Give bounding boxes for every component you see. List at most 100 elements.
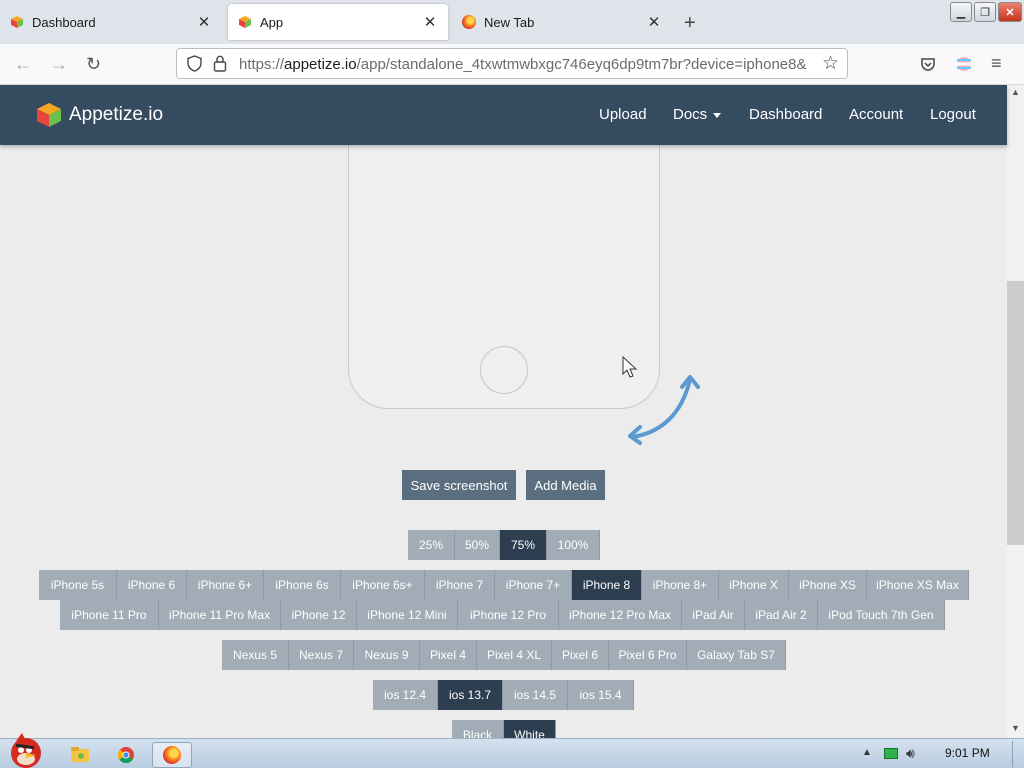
- url-scheme: https://: [239, 56, 285, 73]
- show-hidden-icons[interactable]: ▲: [862, 747, 872, 758]
- reload-icon[interactable]: ↻: [86, 54, 101, 75]
- nav-account[interactable]: Account: [849, 106, 903, 123]
- os-version-option[interactable]: ios 15.4: [568, 680, 634, 710]
- nav-upload[interactable]: Upload: [599, 106, 647, 123]
- browser-toolbar: ← → ↻ https://appetize.io/app/standalone…: [0, 44, 1024, 85]
- tracking-shield-icon[interactable]: [187, 55, 202, 72]
- minimize-button[interactable]: ▁: [950, 2, 972, 22]
- close-tab-icon[interactable]: ✕: [422, 13, 438, 31]
- device-option[interactable]: iPhone 6s+: [341, 570, 425, 600]
- url-domain: appetize.io: [284, 56, 357, 73]
- tab-app[interactable]: App ✕: [228, 4, 448, 40]
- nav-logout[interactable]: Logout: [930, 106, 976, 123]
- address-bar[interactable]: https://appetize.io/app/standalone_4txwt…: [176, 48, 848, 79]
- pocket-icon[interactable]: [920, 56, 936, 72]
- rotate-device-icon[interactable]: [626, 373, 706, 445]
- device-option[interactable]: iPhone 12: [281, 600, 357, 630]
- device-option[interactable]: iPhone 6s: [264, 570, 341, 600]
- nav-docs-label: Docs: [673, 106, 708, 123]
- forward-arrow-icon[interactable]: →: [50, 54, 68, 75]
- account-icon[interactable]: [956, 55, 972, 73]
- zoom-option[interactable]: 50%: [455, 530, 500, 560]
- appetize-cube-icon: [238, 15, 252, 29]
- folder-icon: [71, 747, 89, 762]
- save-screenshot-button[interactable]: Save screenshot: [402, 470, 516, 500]
- device-frame[interactable]: [348, 125, 660, 409]
- volume-icon[interactable]: 🔊︎: [906, 745, 915, 762]
- device-option[interactable]: iPhone 6: [117, 570, 187, 600]
- menu-icon[interactable]: ≡: [991, 53, 1002, 74]
- device-option[interactable]: iPhone 6+: [187, 570, 264, 600]
- taskbar-explorer[interactable]: [60, 742, 100, 768]
- taskbar-firefox[interactable]: [152, 742, 192, 768]
- chrome-icon: [117, 747, 134, 763]
- new-tab-button[interactable]: +: [684, 12, 696, 35]
- android-device-option[interactable]: Nexus 9: [354, 640, 420, 670]
- android-device-option[interactable]: Nexus 5: [222, 640, 289, 670]
- brand[interactable]: Appetize.io: [35, 101, 163, 129]
- tab-label: App: [260, 14, 284, 30]
- nav-dashboard[interactable]: Dashboard: [749, 106, 822, 123]
- android-device-option[interactable]: Pixel 4: [420, 640, 477, 670]
- scrollbar-thumb[interactable]: [1007, 281, 1024, 545]
- device-option[interactable]: iPhone 11 Pro: [60, 600, 159, 630]
- lock-icon[interactable]: [213, 55, 227, 72]
- android-device-option[interactable]: Pixel 6: [552, 640, 609, 670]
- android-device-option[interactable]: Nexus 7: [289, 640, 354, 670]
- url-path: /app/standalone_4txwtmwbxgc746eyq6dp9tm7…: [356, 56, 807, 73]
- android-device-option[interactable]: Pixel 4 XL: [477, 640, 552, 670]
- device-option[interactable]: iPhone 7: [425, 570, 495, 600]
- device-option-selected[interactable]: iPhone 8: [572, 570, 642, 600]
- tab-label: New Tab: [484, 14, 535, 30]
- android-device-option[interactable]: Pixel 6 Pro: [609, 640, 687, 670]
- url-text: https://appetize.io/app/standalone_4txwt…: [239, 56, 815, 73]
- os-version-option[interactable]: ios 12.4: [373, 680, 438, 710]
- os-version-option-selected[interactable]: ios 13.7: [438, 680, 503, 710]
- device-color-option-selected[interactable]: White: [504, 720, 556, 738]
- clock[interactable]: 9:01 PM: [945, 746, 990, 760]
- scroll-down-arrow-icon[interactable]: ▼: [1011, 723, 1020, 733]
- bookmark-star-icon[interactable]: ☆: [822, 52, 839, 75]
- close-window-button[interactable]: ✕: [998, 2, 1022, 22]
- start-button[interactable]: [0, 731, 52, 768]
- close-tab-icon[interactable]: ✕: [646, 13, 662, 31]
- device-option[interactable]: iPod Touch 7th Gen: [818, 600, 945, 630]
- firefox-icon: [462, 15, 476, 29]
- vertical-scrollbar[interactable]: ▲ ▼: [1007, 85, 1024, 738]
- device-option[interactable]: iPhone XS Max: [867, 570, 969, 600]
- os-version-option[interactable]: ios 14.5: [503, 680, 568, 710]
- angry-bird-start-icon: [11, 733, 41, 768]
- network-icon[interactable]: [884, 748, 898, 759]
- device-option[interactable]: iPad Air 2: [745, 600, 818, 630]
- restore-button[interactable]: ❐: [974, 2, 996, 22]
- appetize-logo-icon: [37, 103, 61, 127]
- device-option[interactable]: iPhone 7+: [495, 570, 572, 600]
- windows-taskbar: ▲ 🔊︎ 9:01 PM: [0, 733, 1024, 768]
- home-button[interactable]: [480, 346, 528, 394]
- device-option[interactable]: iPhone X: [719, 570, 789, 600]
- tab-dashboard[interactable]: Dashboard ✕: [0, 4, 222, 40]
- taskbar-chrome[interactable]: [106, 742, 146, 768]
- device-option[interactable]: iPhone 11 Pro Max: [159, 600, 281, 630]
- device-option[interactable]: iPhone 5s: [39, 570, 117, 600]
- zoom-option[interactable]: 100%: [547, 530, 600, 560]
- nav-docs[interactable]: Docs: [673, 106, 722, 123]
- appetize-cube-icon: [10, 15, 24, 29]
- zoom-option-selected[interactable]: 75%: [500, 530, 547, 560]
- zoom-option[interactable]: 25%: [408, 530, 455, 560]
- show-desktop-button[interactable]: [1012, 741, 1022, 767]
- page-viewport: Appetize.io Upload Docs Dashboard Accoun…: [0, 85, 1024, 738]
- device-option[interactable]: iPhone 12 Mini: [357, 600, 458, 630]
- add-media-button[interactable]: Add Media: [526, 470, 605, 500]
- android-device-option[interactable]: Galaxy Tab S7: [687, 640, 786, 670]
- device-option[interactable]: iPhone 8+: [642, 570, 719, 600]
- scroll-up-arrow-icon[interactable]: ▲: [1011, 87, 1020, 97]
- device-option[interactable]: iPhone 12 Pro: [458, 600, 559, 630]
- close-tab-icon[interactable]: ✕: [196, 13, 212, 31]
- device-option[interactable]: iPhone 12 Pro Max: [559, 600, 682, 630]
- device-option[interactable]: iPhone XS: [789, 570, 867, 600]
- device-color-option[interactable]: Black: [452, 720, 504, 738]
- tab-new-tab[interactable]: New Tab ✕: [452, 4, 672, 40]
- device-option[interactable]: iPad Air: [682, 600, 745, 630]
- back-arrow-icon[interactable]: ←: [14, 54, 32, 75]
